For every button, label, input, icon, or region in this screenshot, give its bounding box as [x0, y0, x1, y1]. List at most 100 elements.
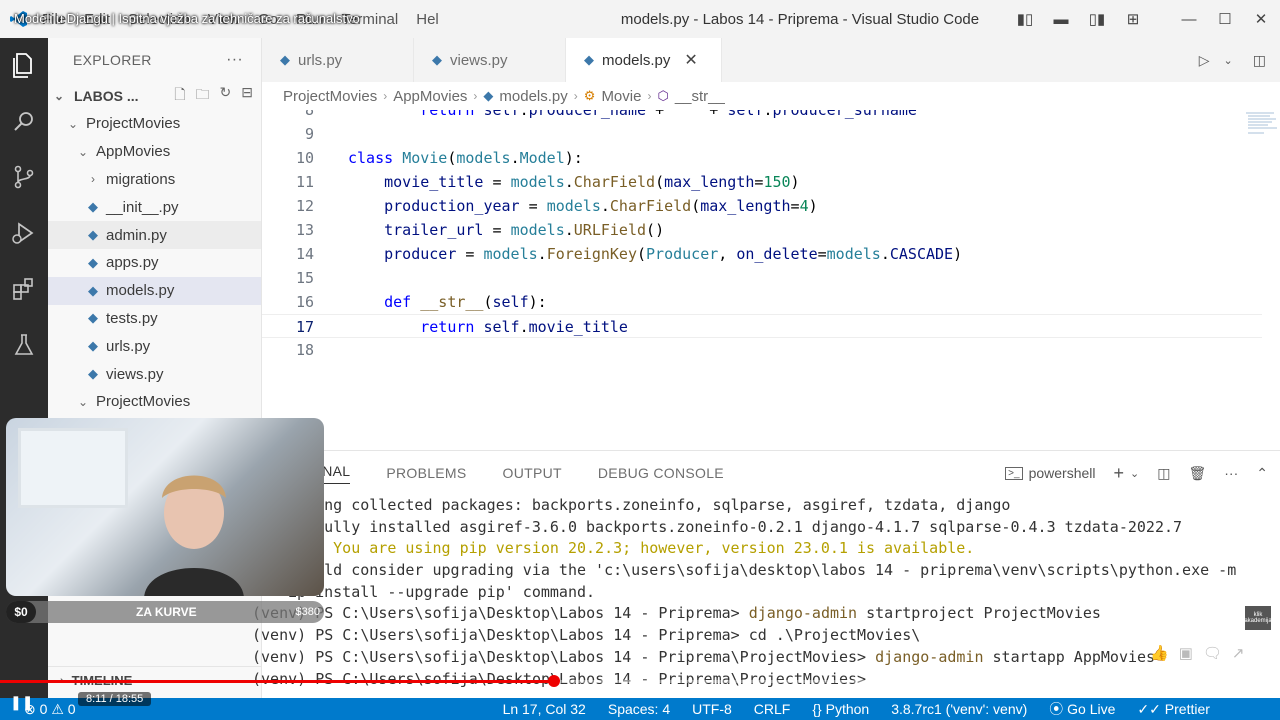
maximize-panel-icon[interactable]: ⌃: [1256, 465, 1268, 482]
more-actions-icon[interactable]: ···: [226, 51, 243, 69]
more-actions-icon[interactable]: ···: [1224, 465, 1238, 481]
workspace-section-header[interactable]: ⌄ LABOS ... 🗋 🗀 ↻ ⊟: [48, 82, 261, 110]
tree-item-label: urls.py: [106, 337, 151, 355]
tab-urls-py[interactable]: ◆ urls.py: [262, 38, 414, 82]
donation-label: ZA KURVE: [136, 605, 197, 619]
minimap[interactable]: [1244, 110, 1280, 140]
channel-watermark-logo: klik akademija: [1244, 606, 1272, 630]
tree-file[interactable]: ◆ __init__.py: [48, 193, 261, 221]
new-terminal-icon[interactable]: +: [1114, 463, 1125, 484]
terminal-line: essfully installed asgiref-3.6.0 backpor…: [288, 517, 1183, 536]
save-icon[interactable]: ▣: [1179, 644, 1193, 662]
breadcrumb-item[interactable]: models.py: [499, 88, 567, 105]
eol-status[interactable]: CRLF: [754, 701, 791, 717]
tree-folder[interactable]: ⌄ ProjectMovies: [48, 388, 261, 416]
close-tab-icon[interactable]: ✕: [684, 50, 697, 70]
terminal-output[interactable]: alling collected packages: backports.zon…: [252, 495, 1280, 690]
donation-goal: $380: [295, 606, 320, 618]
toggle-sidebar-icon[interactable]: ▮▯: [1014, 10, 1036, 28]
python-file-icon: ◆: [88, 310, 98, 326]
python-file-icon: ◆: [88, 199, 98, 215]
share-icon[interactable]: ↗: [1232, 644, 1245, 662]
indentation-status[interactable]: Spaces: 4: [608, 701, 670, 717]
kill-terminal-icon[interactable]: 🗑: [1188, 465, 1206, 482]
extensions-icon[interactable]: [8, 272, 40, 306]
chevron-right-icon: ›: [647, 89, 652, 103]
code-line[interactable]: 8 return self.producer_name + " " + self…: [262, 110, 1262, 122]
split-terminal-icon[interactable]: ◫: [1157, 465, 1170, 482]
breadcrumb-item[interactable]: __str__: [675, 88, 725, 105]
code-line[interactable]: 17 return self.movie_title: [262, 314, 1262, 338]
split-editor-icon[interactable]: ◫: [1253, 52, 1266, 69]
comment-icon[interactable]: 🗨: [1203, 644, 1222, 662]
tab-label: views.py: [450, 51, 508, 69]
run-python-file-icon[interactable]: ▷: [1199, 52, 1210, 69]
explorer-sidebar: EXPLORER ··· ⌄ LABOS ... 🗋 🗀 ↻ ⊟ ⌄ Projec…: [48, 38, 262, 698]
close-window-icon[interactable]: ✕: [1250, 10, 1272, 28]
cursor-position[interactable]: Ln 17, Col 32: [503, 701, 586, 717]
terminal-shell-selector[interactable]: >_ powershell: [1005, 465, 1096, 481]
new-folder-icon[interactable]: 🗀: [196, 84, 210, 108]
collapse-all-icon[interactable]: ⊟: [241, 84, 253, 108]
code-line[interactable]: 18: [262, 338, 1262, 362]
code-line[interactable]: 10 class Movie(models.Model):: [262, 146, 1262, 170]
toggle-secondary-sidebar-icon[interactable]: ▯▮: [1086, 10, 1108, 28]
pause-icon[interactable]: ❚❚: [10, 694, 33, 711]
code-line[interactable]: 12 production_year = models.CharField(ma…: [262, 194, 1262, 218]
tab-models-py[interactable]: ◆ models.py ✕: [566, 38, 722, 82]
search-icon[interactable]: [8, 104, 40, 138]
tab-debug-console[interactable]: DEBUG CONSOLE: [598, 465, 724, 481]
new-file-icon[interactable]: 🗋: [174, 84, 185, 108]
refresh-icon[interactable]: ↻: [220, 84, 232, 108]
chevron-down-icon[interactable]: ⌄: [1130, 467, 1139, 480]
tree-file[interactable]: ◆ apps.py: [48, 249, 261, 277]
code-line[interactable]: 11 movie_title = models.CharField(max_le…: [262, 170, 1262, 194]
breadcrumb-item[interactable]: AppMovies: [393, 88, 467, 105]
go-live-button[interactable]: ⦿ Go Live: [1049, 699, 1115, 719]
video-progress-bar[interactable]: [0, 675, 1280, 687]
warning-icon: ⚠: [51, 700, 64, 717]
go-live-label: Go Live: [1067, 701, 1116, 717]
status-bar: ⊗ 0 ⚠ 0 Ln 17, Col 32 Spaces: 4 UTF-8 CR…: [0, 698, 1280, 720]
language-label: Python: [825, 701, 870, 717]
tree-folder[interactable]: ⌄ AppMovies: [48, 138, 261, 166]
video-actions: 👍 ▣ 🗨 ↗: [1150, 644, 1245, 662]
code-text: return self.producer_name + " " + self.p…: [420, 110, 917, 119]
tree-file[interactable]: ◆ models.py: [48, 276, 261, 305]
code-line[interactable]: 14 producer = models.ForeignKey(Producer…: [262, 242, 1262, 266]
prettier-status[interactable]: ✓✓ Prettier: [1137, 701, 1209, 718]
language-mode[interactable]: {} Python: [812, 701, 869, 717]
explorer-icon[interactable]: [8, 48, 40, 82]
tab-output[interactable]: OUTPUT: [503, 465, 562, 481]
code-line[interactable]: 15: [262, 266, 1262, 290]
tab-views-py[interactable]: ◆ views.py: [414, 38, 566, 82]
code-line[interactable]: 16 def __str__(self):: [262, 290, 1262, 314]
tree-folder[interactable]: ⌄ ProjectMovies: [48, 110, 261, 138]
breadcrumb-item[interactable]: ProjectMovies: [283, 88, 377, 105]
maximize-icon[interactable]: ☐: [1214, 10, 1236, 28]
tree-file[interactable]: ◆ views.py: [48, 360, 261, 388]
code-editor[interactable]: 8 return self.producer_name + " " + self…: [262, 110, 1280, 450]
tree-file[interactable]: ◆ tests.py: [48, 305, 261, 333]
testing-icon[interactable]: [8, 328, 40, 362]
code-line[interactable]: 9: [262, 122, 1262, 146]
tree-file[interactable]: ◆ urls.py: [48, 332, 261, 360]
tab-problems[interactable]: PROBLEMS: [386, 465, 466, 481]
menu-help[interactable]: Hel: [416, 11, 439, 28]
customize-layout-icon[interactable]: ⊞: [1122, 10, 1144, 28]
python-interpreter[interactable]: 3.8.7rc1 ('venv': venv): [891, 701, 1027, 717]
like-icon[interactable]: 👍: [1150, 644, 1169, 662]
tree-folder[interactable]: › migrations: [48, 166, 261, 194]
code-text: movie_title = models.CharField(max_lengt…: [384, 173, 800, 191]
source-control-icon[interactable]: [8, 160, 40, 194]
run-debug-icon[interactable]: [8, 216, 40, 250]
tree-file[interactable]: ◆ admin.py: [48, 221, 261, 249]
encoding-status[interactable]: UTF-8: [692, 701, 732, 717]
minimize-icon[interactable]: —: [1178, 11, 1200, 28]
breadcrumb-item[interactable]: Movie: [601, 88, 641, 105]
code-text: class Movie(models.Model):: [348, 149, 583, 167]
code-line[interactable]: 13 trailer_url = models.URLField(): [262, 218, 1262, 242]
chevron-down-icon[interactable]: ⌄: [1224, 54, 1233, 67]
terminal-line: ip install --upgrade pip' command.: [288, 582, 596, 601]
toggle-panel-icon[interactable]: ▬: [1050, 11, 1072, 28]
